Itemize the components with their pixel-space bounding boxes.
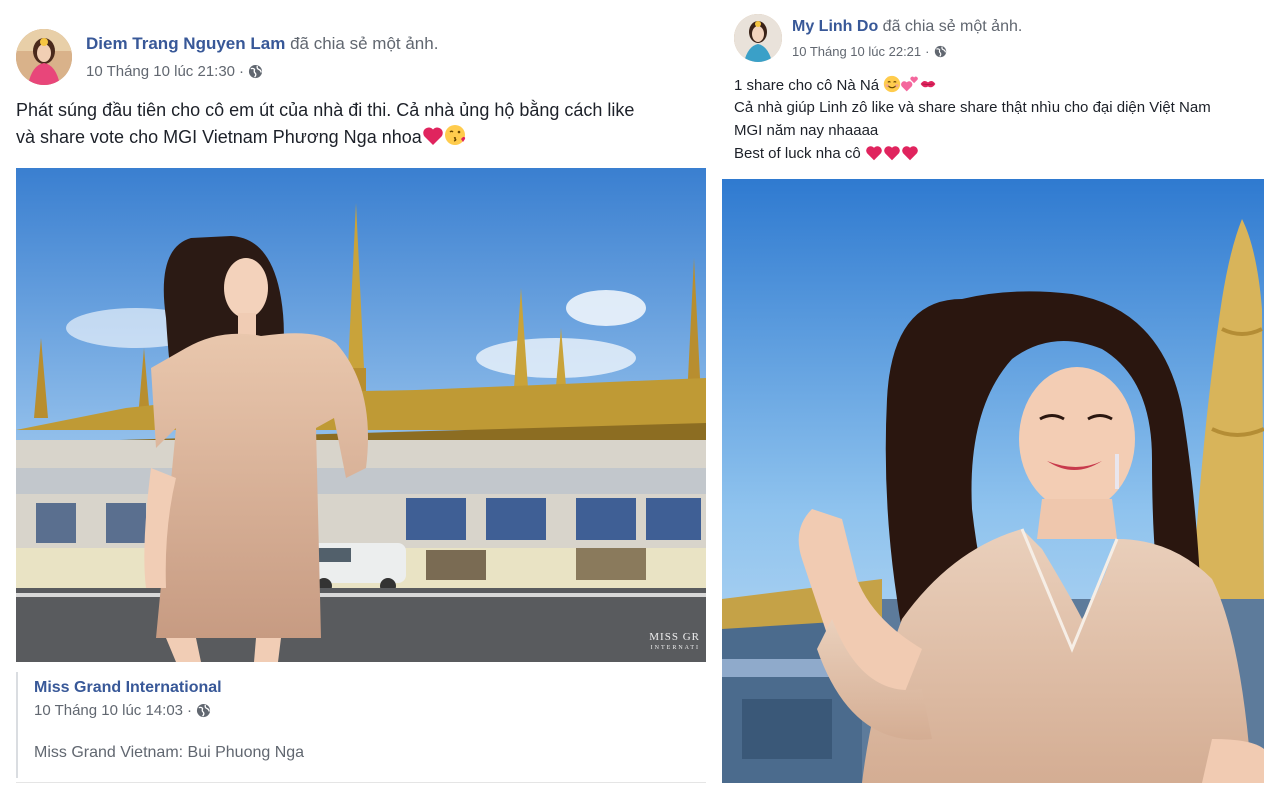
- meta-separator: ·: [239, 63, 245, 80]
- red-heart-emoji: [883, 145, 901, 161]
- author-action: đã chia sẻ một ảnh.: [882, 18, 1023, 35]
- author-line: My Linh Do đã chia sẻ một ảnh.: [792, 18, 1022, 36]
- post-text-segment: và share vote cho MGI Vietnam Phương Nga…: [16, 127, 422, 147]
- smiling-face-emoji: [883, 75, 901, 93]
- avatar[interactable]: [16, 29, 72, 85]
- globe-icon[interactable]: [248, 64, 263, 79]
- watermark-subtext: INTERNATI: [650, 645, 700, 651]
- kissing-face-emoji: [444, 124, 466, 146]
- shared-timestamp[interactable]: 10 Tháng 10 lúc 14:03: [34, 702, 183, 719]
- author-line: Diem Trang Nguyen Lam đã chia sẻ một ảnh…: [86, 34, 438, 54]
- post-meta: 10 Tháng 10 lúc 21:30 ·: [86, 63, 263, 80]
- avatar[interactable]: [734, 14, 782, 62]
- post-text-line: Best of luck nha cô: [734, 143, 919, 165]
- shared-page-name-link[interactable]: Miss Grand International: [34, 679, 222, 697]
- post-text-line: 1 share cho cô Nà Ná: [734, 75, 937, 97]
- red-heart-emoji: [865, 145, 883, 161]
- left-post: Diem Trang Nguyen Lam đã chia sẻ một ảnh…: [0, 0, 712, 800]
- avatar-photo: [16, 29, 72, 85]
- post-text-line: và share vote cho MGI Vietnam Phương Nga…: [16, 124, 466, 150]
- avatar-photo: [734, 14, 782, 62]
- post-text-line: Phát súng đầu tiên cho cô em út của nhà …: [16, 100, 635, 120]
- author-action: đã chia sẻ một ảnh.: [290, 34, 439, 53]
- post-photo[interactable]: MISS GR INTERNATI: [16, 168, 706, 662]
- post-text-segment: Best of luck nha cô: [734, 145, 861, 162]
- shared-post-card[interactable]: Miss Grand International 10 Tháng 10 lúc…: [16, 672, 706, 778]
- meta-separator: ·: [925, 44, 930, 59]
- shared-post-meta: 10 Tháng 10 lúc 14:03 ·: [34, 702, 211, 719]
- meta-separator: ·: [187, 702, 193, 719]
- post-text-segment: 1 share cho cô Nà Ná: [734, 77, 880, 94]
- kiss-mark-emoji: [919, 75, 937, 93]
- post-photo[interactable]: [722, 179, 1264, 783]
- post-timestamp[interactable]: 10 Tháng 10 lúc 21:30: [86, 63, 235, 80]
- red-heart-emoji: [901, 145, 919, 161]
- post-text-line: Cả nhà giúp Linh zô like và share share …: [734, 99, 1211, 116]
- post-timestamp[interactable]: 10 Tháng 10 lúc 22:21: [792, 44, 921, 59]
- globe-icon[interactable]: [934, 45, 947, 58]
- photo-scene: [722, 179, 1264, 783]
- red-heart-emoji: [422, 126, 444, 146]
- author-name-link[interactable]: My Linh Do: [792, 18, 878, 35]
- post-text-line: MGI năm nay nhaaaa: [734, 122, 879, 139]
- post-divider: [16, 782, 706, 783]
- photo-scene: [16, 168, 706, 662]
- two-hearts-emoji: [901, 75, 919, 93]
- right-post: My Linh Do đã chia sẻ một ảnh. 10 Tháng …: [716, 0, 1280, 800]
- photo-watermark: MISS GR INTERNATI: [649, 632, 700, 654]
- post-meta: 10 Tháng 10 lúc 22:21 ·: [792, 44, 947, 59]
- author-name-link[interactable]: Diem Trang Nguyen Lam: [86, 34, 285, 53]
- watermark-text: MISS GR: [649, 631, 700, 643]
- globe-icon[interactable]: [196, 703, 211, 718]
- shared-caption: Miss Grand Vietnam: Bui Phuong Nga: [34, 744, 305, 761]
